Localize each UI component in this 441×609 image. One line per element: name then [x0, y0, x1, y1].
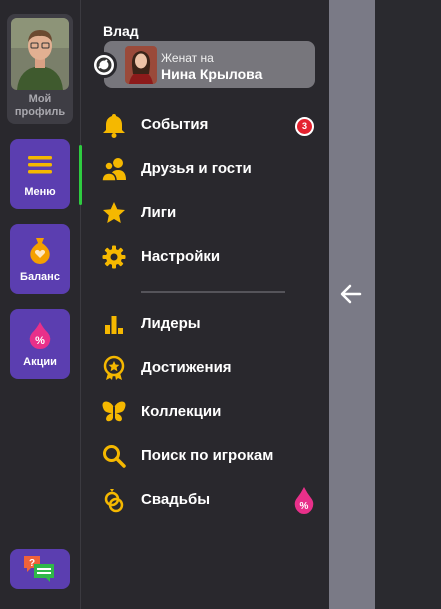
spouse-name: Нина Крылова — [161, 66, 263, 82]
menu-item-friends[interactable]: Друзья и гости — [101, 154, 321, 184]
active-item-indicator — [79, 145, 82, 205]
background-content — [375, 0, 441, 609]
percent-drop-icon: % — [29, 322, 51, 349]
promos-button[interactable]: % Акции — [10, 309, 70, 379]
my-profile-label: Мой профиль — [14, 93, 66, 118]
menu-divider — [141, 291, 285, 293]
menu-item-settings-label: Настройки — [141, 248, 221, 265]
user-name: Влад — [103, 23, 139, 39]
money-bag-icon — [30, 238, 50, 264]
svg-text:%: % — [35, 335, 45, 347]
balance-button[interactable]: Баланс — [10, 224, 70, 294]
menu-item-leaders[interactable]: Лидеры — [101, 309, 321, 339]
medal-icon — [103, 355, 125, 380]
rings-icon — [104, 489, 124, 513]
menu-item-player-search[interactable]: Поиск по игрокам — [101, 441, 321, 471]
married-to-label: Женат на — [161, 51, 214, 65]
menu-item-achievements[interactable]: Достижения — [101, 353, 321, 383]
bell-icon — [103, 114, 125, 138]
menu-item-events-label: События — [141, 116, 209, 133]
search-icon — [103, 445, 126, 468]
menu-item-achievements-label: Достижения — [141, 359, 232, 376]
menu-item-collections[interactable]: Коллекции — [101, 397, 321, 427]
support-chat-button[interactable]: ? — [10, 549, 70, 589]
butterfly-icon — [102, 401, 126, 422]
menu-item-leaders-label: Лидеры — [141, 315, 201, 332]
menu-item-events[interactable]: События — [101, 110, 321, 140]
arrow-left-icon — [340, 284, 362, 304]
menu-item-leagues-label: Лиги — [141, 204, 177, 221]
left-rail: Мой профиль Меню Баланс % Акции ? — [0, 0, 81, 609]
ring-icon — [91, 52, 117, 78]
chat-bubbles-icon: ? — [24, 556, 54, 582]
avatar — [11, 18, 69, 90]
close-menu-overlay[interactable] — [329, 0, 375, 609]
my-profile-button[interactable]: Мой профиль — [7, 14, 73, 124]
menu-panel: Влад Женат на Нина Крылова События 3 Дру… — [79, 0, 329, 609]
hamburger-icon — [28, 156, 52, 174]
menu-item-weddings[interactable]: Свадьбы — [101, 485, 321, 515]
menu-button-label: Меню — [24, 186, 56, 198]
spouse-avatar — [125, 46, 157, 84]
menu-item-player-search-label: Поиск по игрокам — [141, 447, 274, 464]
menu-item-settings[interactable]: Настройки — [101, 242, 321, 272]
friends-icon — [101, 158, 126, 182]
wedding-promo-icon: % — [294, 487, 314, 514]
star-icon — [103, 202, 125, 223]
menu-item-collections-label: Коллекции — [141, 403, 222, 420]
menu-item-friends-label: Друзья и гости — [141, 160, 252, 177]
promos-button-label: Акции — [23, 356, 57, 368]
balance-button-label: Баланс — [20, 271, 60, 283]
bar-chart-icon — [105, 316, 123, 334]
marriage-card[interactable]: Женат на Нина Крылова — [91, 41, 315, 88]
menu-button[interactable]: Меню — [10, 139, 70, 209]
svg-text:%: % — [300, 501, 309, 512]
menu-item-leagues[interactable]: Лиги — [101, 198, 321, 228]
gear-icon — [102, 245, 126, 269]
menu-item-weddings-label: Свадьбы — [141, 491, 211, 508]
events-count-badge: 3 — [295, 117, 314, 136]
